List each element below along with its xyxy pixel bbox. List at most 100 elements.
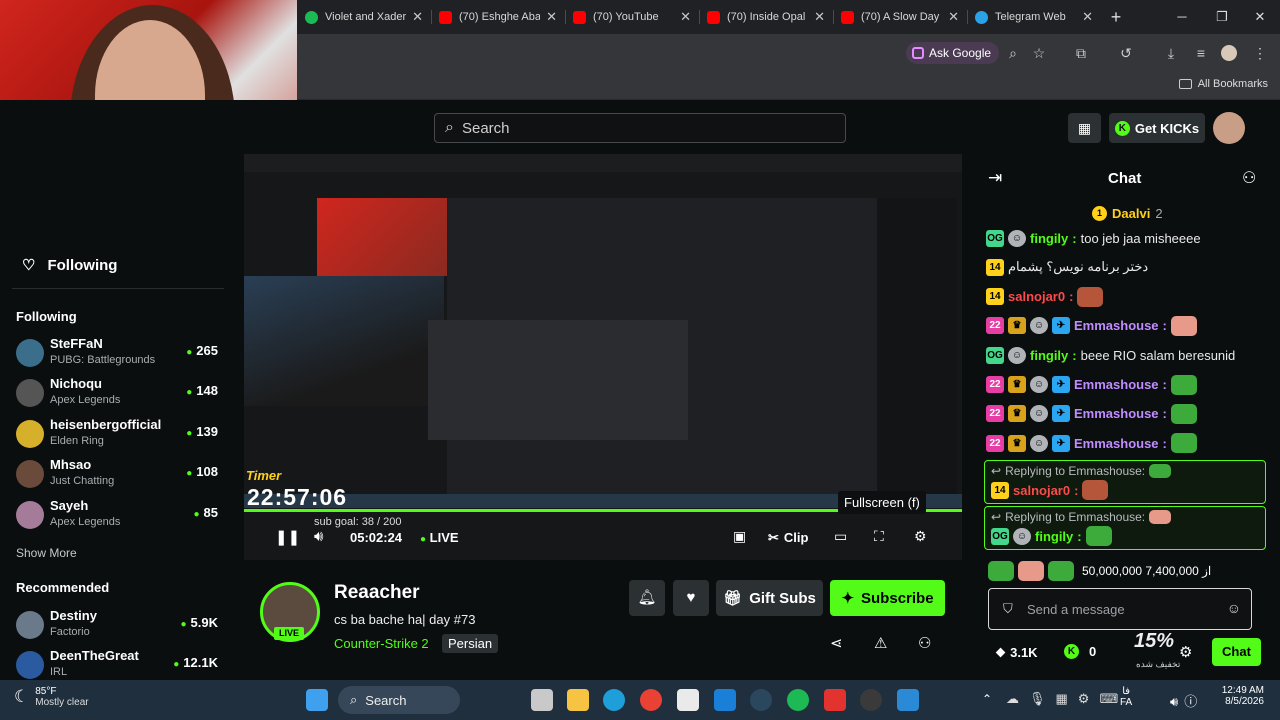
get-kicks-button[interactable]: K Get KICKs bbox=[1109, 113, 1205, 143]
search-input[interactable]: ⌕ Search bbox=[434, 113, 846, 143]
language-tag[interactable]: Persian bbox=[442, 634, 499, 653]
browser-tab[interactable]: (70) YouTube ✕ bbox=[565, 0, 699, 34]
app-icon[interactable] bbox=[897, 689, 919, 711]
theater-mode-icon[interactable]: ▣ bbox=[733, 528, 746, 545]
settings-gear-icon[interactable]: ⚙ bbox=[914, 528, 927, 545]
browser-tab[interactable]: Telegram Web ✕ bbox=[967, 0, 1101, 34]
browser-tab[interactable]: (70) A Slow Day ✕ bbox=[833, 0, 967, 34]
tray-volume-icon[interactable]: 🔊︎ⓘ bbox=[1170, 691, 1203, 710]
history-icon[interactable]: ↺ bbox=[1116, 43, 1136, 63]
file-explorer-icon[interactable] bbox=[567, 689, 589, 711]
share-icon[interactable]: ⋖ bbox=[830, 634, 843, 652]
report-icon[interactable]: ⚠ bbox=[874, 634, 887, 652]
chat-message[interactable]: 14 دختر برنامه نویس؟ پشمام bbox=[986, 255, 1266, 279]
chat-message[interactable]: 22 ♛ ☺ ✈ Emmashouse: bbox=[986, 373, 1266, 397]
store-icon[interactable]: ▦ bbox=[1068, 113, 1101, 143]
minimize-button[interactable]: ─ bbox=[1162, 0, 1202, 34]
close-tab-icon[interactable]: ✕ bbox=[680, 9, 691, 25]
sidebar-item-mhsao[interactable]: MhsaoJust Chatting108 bbox=[16, 457, 226, 495]
menu-icon[interactable]: ⋮ bbox=[1250, 43, 1270, 63]
taskbar-search[interactable]: ⌕ Search bbox=[338, 686, 460, 714]
ask-google-button[interactable]: Ask Google bbox=[906, 42, 1000, 64]
chat-username[interactable]: fingily bbox=[1030, 231, 1068, 246]
channel-name[interactable]: Reaacher bbox=[334, 582, 420, 604]
chat-message[interactable]: 22 ♛ ☺ ✈ Emmashouse: bbox=[986, 314, 1266, 338]
browser-tab[interactable]: Violet and Xader ✕ bbox=[297, 0, 431, 34]
pause-button[interactable]: ❚❚ bbox=[275, 528, 300, 546]
close-tab-icon[interactable]: ✕ bbox=[948, 9, 959, 25]
zoom-icon[interactable]: ⌕ bbox=[1003, 43, 1023, 63]
chat-username[interactable]: Emmashouse bbox=[1074, 406, 1159, 421]
chat-message[interactable]: 22 ♛ ☺ ✈ Emmashouse: bbox=[986, 402, 1266, 426]
extensions-icon[interactable]: ⧉ bbox=[1071, 43, 1091, 63]
fullscreen-icon[interactable]: ⛶ bbox=[874, 528, 884, 545]
chat-username[interactable]: Emmashouse bbox=[1074, 436, 1159, 451]
follow-heart-button[interactable]: ♥ bbox=[673, 580, 709, 616]
sidebar-item-sayeh[interactable]: SayehApex Legends85 bbox=[16, 498, 226, 536]
close-tab-icon[interactable]: ✕ bbox=[546, 9, 557, 25]
chrome-icon[interactable] bbox=[640, 689, 662, 711]
user-action-icon[interactable]: ⚇ bbox=[918, 634, 931, 652]
tray-icons[interactable]: ☁🎙︎▦⚙⌨ bbox=[1006, 691, 1128, 707]
task-view-icon[interactable] bbox=[531, 689, 553, 711]
close-window-button[interactable]: ✕ bbox=[1240, 0, 1280, 34]
app-icon[interactable] bbox=[824, 689, 846, 711]
category-link[interactable]: Counter-Strike 2 bbox=[334, 636, 429, 651]
download-icon[interactable]: ⤓ bbox=[1161, 43, 1181, 63]
spotify-icon[interactable] bbox=[787, 689, 809, 711]
user-avatar[interactable] bbox=[1213, 112, 1245, 144]
clip-button[interactable]: ✂ Clip bbox=[768, 530, 808, 546]
weather-widget[interactable]: ☾ 85°F Mostly clear bbox=[14, 686, 89, 708]
maximize-button[interactable]: ❐ bbox=[1202, 0, 1242, 34]
store-icon[interactable] bbox=[677, 689, 699, 711]
close-tab-icon[interactable]: ✕ bbox=[1082, 9, 1093, 25]
chat-users-icon[interactable]: ⚇ bbox=[1242, 168, 1256, 188]
chat-send-button[interactable]: Chat bbox=[1212, 638, 1261, 666]
chat-reply-message[interactable]: ↩ Replying to Emmashouse: OG ☺ fingily: bbox=[984, 506, 1266, 550]
bookmark-star-icon[interactable]: ☆ bbox=[1029, 43, 1049, 63]
chat-username[interactable]: Emmashouse bbox=[1074, 318, 1159, 333]
browser-tab[interactable]: (70) Inside Opal ✕ bbox=[699, 0, 833, 34]
clock[interactable]: 12:49 AM 8/5/2026 bbox=[1220, 685, 1264, 707]
edge-icon[interactable] bbox=[603, 689, 625, 711]
profile-avatar[interactable] bbox=[1221, 45, 1237, 61]
close-tab-icon[interactable]: ✕ bbox=[814, 9, 825, 25]
chat-message-input[interactable]: ⛉ Send a message ☺ bbox=[988, 588, 1252, 630]
chat-username[interactable]: fingily bbox=[1030, 348, 1068, 363]
sidebar-item-steffan[interactable]: SteFFaNPUBG: Battlegrounds265 bbox=[16, 336, 226, 374]
close-tab-icon[interactable]: ✕ bbox=[412, 9, 423, 25]
obs-icon[interactable] bbox=[860, 689, 882, 711]
media-controls-icon[interactable]: ≡ bbox=[1191, 43, 1211, 63]
all-bookmarks[interactable]: All Bookmarks bbox=[1178, 78, 1268, 90]
sidebar-item-destiny[interactable]: DestinyFactorio5.9K bbox=[16, 608, 226, 646]
chat-username[interactable]: salnojar0 bbox=[1008, 289, 1065, 304]
chat-settings-icon[interactable]: ⚙ bbox=[1179, 643, 1192, 661]
sidebar-item-heisenbergofficial[interactable]: heisenbergofficialElden Ring139 bbox=[16, 417, 226, 455]
new-tab-button[interactable]: + bbox=[1101, 7, 1131, 28]
chat-message[interactable]: 22 ♛ ☺ ✈ Emmashouse: bbox=[986, 431, 1266, 455]
pinned-gifter[interactable]: 1 Daalvi 2 bbox=[1092, 206, 1163, 221]
mini-player-icon[interactable]: ▭ bbox=[834, 528, 847, 545]
following-header[interactable]: ♡ Following bbox=[22, 256, 117, 275]
show-more-link[interactable]: Show More bbox=[16, 546, 77, 560]
app-icon[interactable] bbox=[714, 689, 736, 711]
collapse-chat-icon[interactable]: ⇥ bbox=[988, 168, 1002, 188]
sidebar-item-nichoqu[interactable]: NichoquApex Legends148 bbox=[16, 376, 226, 414]
emoji-icon[interactable]: ☺ bbox=[1227, 600, 1241, 616]
chat-message[interactable]: 14 salnojar0: bbox=[986, 285, 1266, 309]
chat-message[interactable]: OG ☺ fingily: too jeb jaa misheeee bbox=[986, 226, 1266, 250]
windows-start-icon[interactable] bbox=[306, 689, 328, 711]
volume-icon[interactable]: 🔊︎ bbox=[314, 528, 323, 545]
language-indicator[interactable]: فا FA bbox=[1120, 686, 1132, 708]
browser-tab[interactable]: (70) Eshghe Abad ✕ bbox=[431, 0, 565, 34]
chat-reply-message[interactable]: ↩ Replying to Emmashouse: 14 salnojar0: bbox=[984, 460, 1266, 504]
steam-icon[interactable] bbox=[750, 689, 772, 711]
gift-subs-button[interactable]: 🎁︎ Gift Subs bbox=[716, 580, 823, 616]
chat-username[interactable]: Emmashouse bbox=[1074, 377, 1159, 392]
notification-bell-button[interactable]: 🔔︎ bbox=[629, 580, 665, 616]
channel-points[interactable]: K0 bbox=[1064, 644, 1096, 659]
subscribe-button[interactable]: ✦ Subscribe bbox=[830, 580, 945, 616]
tray-chevron-icon[interactable]: ⌃ bbox=[982, 692, 992, 706]
chat-message[interactable]: OG ☺ fingily: beee RIO salam beresunid bbox=[986, 343, 1266, 367]
kicks-count[interactable]: ⬥ 3.1K bbox=[996, 644, 1038, 660]
